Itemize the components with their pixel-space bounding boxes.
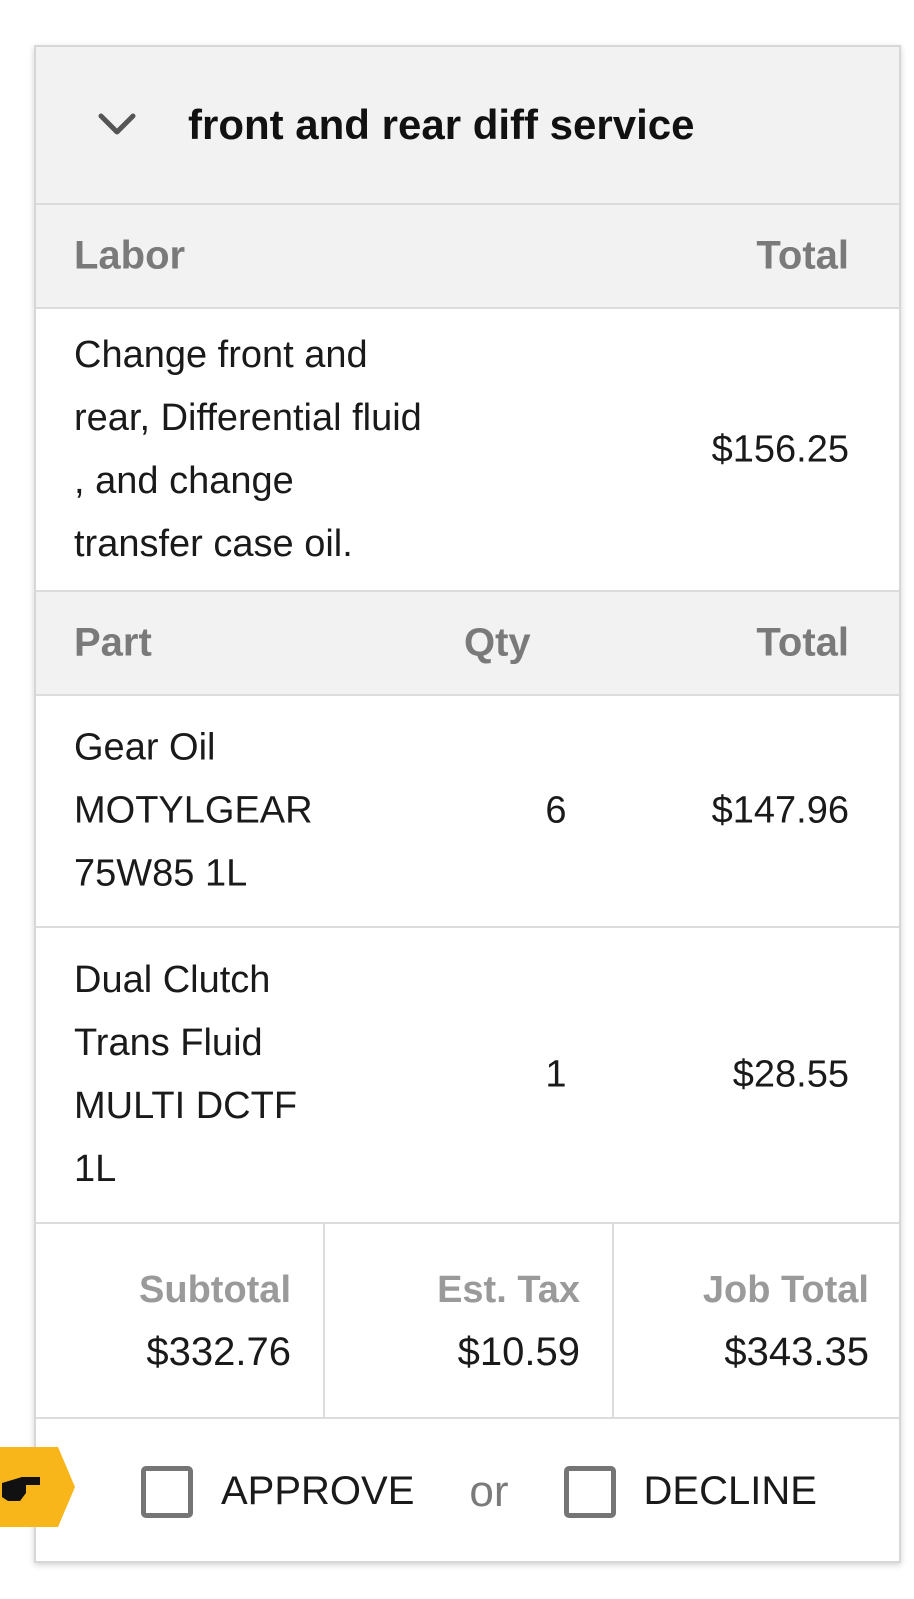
job-total-value: $343.35 <box>724 1329 869 1374</box>
tax-label: Est. Tax <box>437 1268 580 1311</box>
part-qty: 1 <box>545 1053 567 1096</box>
part-qty: 6 <box>545 789 567 832</box>
tax-cell: Est. Tax $10.59 <box>325 1224 614 1417</box>
approval-actions: APPROVE or DECLINE <box>36 1419 899 1561</box>
or-label: or <box>469 1466 509 1516</box>
tax-value: $10.59 <box>457 1329 580 1374</box>
service-card: front and rear diff service Labor Total … <box>34 45 901 1563</box>
approve-checkbox[interactable] <box>141 1465 193 1518</box>
decline-checkbox[interactable] <box>563 1465 616 1518</box>
part-total: $28.55 <box>732 1053 849 1096</box>
subtotal-label: Subtotal <box>139 1268 291 1311</box>
part-name: Gear Oil MOTYLGEAR 75W85 1L <box>74 726 313 895</box>
chevron-down-icon[interactable] <box>96 104 138 146</box>
parts-header-part: Part <box>74 620 152 665</box>
job-total-cell: Job Total $343.35 <box>614 1224 899 1417</box>
parts-header: Part Qty Total <box>36 592 899 696</box>
service-header[interactable]: front and rear diff service <box>36 47 899 205</box>
table-row: Dual Clutch Trans Fluid MULTI DCTF 1L 1 … <box>36 928 899 1224</box>
totals-summary: Subtotal $332.76 Est. Tax $10.59 Job Tot… <box>36 1224 899 1419</box>
hand-pointer-icon <box>0 1447 75 1527</box>
service-title: front and rear diff service <box>188 101 695 148</box>
labor-description: Change front and rear, Differential flui… <box>74 333 422 565</box>
decline-label[interactable]: DECLINE <box>644 1469 817 1514</box>
part-total: $147.96 <box>711 789 849 832</box>
parts-header-qty: Qty <box>464 620 531 665</box>
table-row: Gear Oil MOTYLGEAR 75W85 1L 6 $147.96 <box>36 696 899 928</box>
job-total-label: Job Total <box>702 1268 869 1311</box>
subtotal-cell: Subtotal $332.76 <box>36 1224 325 1417</box>
labor-total: $156.25 <box>711 428 849 470</box>
approve-label[interactable]: APPROVE <box>221 1469 414 1514</box>
parts-header-total: Total <box>756 620 849 665</box>
labor-header-label: Labor <box>74 233 186 278</box>
part-name: Dual Clutch Trans Fluid MULTI DCTF 1L <box>74 959 298 1190</box>
labor-row: Change front and rear, Differential flui… <box>36 309 899 592</box>
labor-header: Labor Total <box>36 205 899 309</box>
labor-header-total: Total <box>756 233 849 278</box>
subtotal-value: $332.76 <box>146 1329 291 1374</box>
